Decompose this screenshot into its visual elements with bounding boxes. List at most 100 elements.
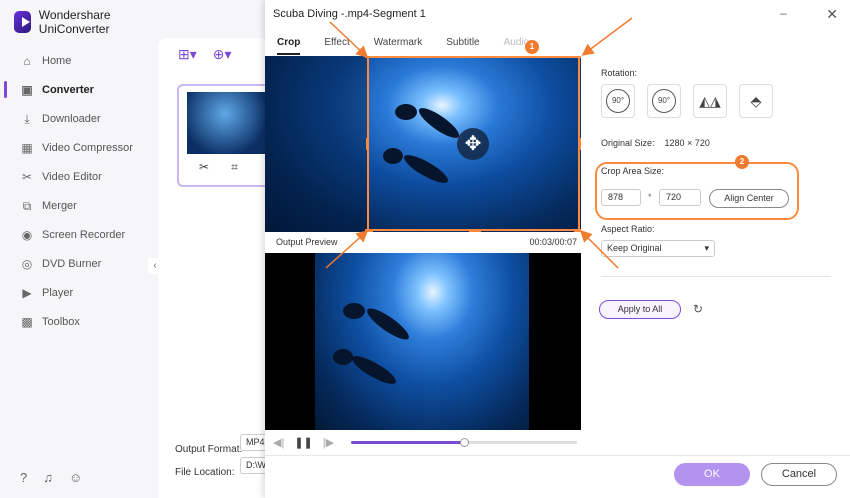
tab-subtitle[interactable]: Subtitle xyxy=(434,34,491,51)
crop-handle[interactable] xyxy=(365,56,373,58)
help-icon[interactable]: ? xyxy=(20,470,27,485)
sidebar-item-dvd-burner[interactable]: ◎ DVD Burner xyxy=(0,249,150,278)
bottom-labels: Output Format: File Location: xyxy=(175,438,242,484)
crop-handle[interactable] xyxy=(574,56,581,58)
video-card[interactable]: ✂ ⌗ xyxy=(177,84,277,187)
diver-silhouette xyxy=(363,303,413,345)
scissors-icon: ✂ xyxy=(21,169,33,184)
playback-controls: ◀| ❚❚ |▶ xyxy=(265,432,581,452)
previous-frame-icon[interactable]: ◀| xyxy=(273,436,284,449)
apply-to-all-button[interactable]: Apply to All xyxy=(599,300,681,319)
play-icon: ▶ xyxy=(22,285,32,300)
flip-horizontal-icon: ◭◮ xyxy=(699,92,721,109)
original-size-label: Original Size: xyxy=(601,138,655,148)
crop-handle[interactable] xyxy=(574,229,581,232)
compress-icon: ▦ xyxy=(21,140,33,155)
aspect-ratio-select[interactable]: Keep Original xyxy=(601,240,715,257)
output-preview-image xyxy=(315,253,529,430)
crop-handle[interactable] xyxy=(469,56,481,58)
divider xyxy=(265,455,850,456)
playback-progress xyxy=(351,441,464,444)
crop-handle[interactable] xyxy=(366,138,369,150)
original-size-value: 1280 × 720 xyxy=(664,138,710,148)
sidebar: Wondershare UniConverter ⌂ Home ▣ Converte… xyxy=(0,0,150,498)
time-display: 00:03/00:07 xyxy=(529,237,577,247)
sidebar-item-label: Toolbox xyxy=(42,315,80,328)
sidebar-item-label: Video Editor xyxy=(42,170,102,183)
uniconverter-logo-icon xyxy=(14,11,31,33)
sidebar-item-merger[interactable]: ⧉ Merger xyxy=(0,191,150,220)
sidebar-footer: ? ♫ ☺ xyxy=(20,470,82,485)
brand: Wondershare UniConverter xyxy=(14,8,150,36)
diver-silhouette xyxy=(348,351,400,389)
playback-slider[interactable] xyxy=(351,438,577,447)
download-icon: ⤓ xyxy=(24,111,30,126)
sidebar-item-home[interactable]: ⌂ Home xyxy=(0,46,150,75)
feedback-icon[interactable]: ☺ xyxy=(69,470,82,485)
crop-handle[interactable] xyxy=(578,138,581,150)
tab-crop[interactable]: Crop xyxy=(265,34,312,55)
tab-watermark[interactable]: Watermark xyxy=(362,34,435,51)
flip-horizontal-button[interactable]: ◭◮ xyxy=(693,84,727,118)
sidebar-item-label: Home xyxy=(42,54,72,67)
home-icon: ⌂ xyxy=(23,53,31,68)
next-frame-icon[interactable]: |▶ xyxy=(323,436,334,449)
ok-button[interactable]: OK xyxy=(674,463,750,486)
flip-vertical-icon: ⬘ xyxy=(750,92,762,109)
crop-area-label: Crop Area Size: xyxy=(601,166,665,176)
record-icon: ◉ xyxy=(21,227,33,242)
crop-dim-area xyxy=(265,56,368,232)
add-file-icon[interactable]: ⊞▾ xyxy=(178,46,197,63)
output-preview-label: Output Preview xyxy=(276,237,338,247)
align-center-button[interactable]: Align Center xyxy=(709,189,789,208)
output-preview xyxy=(265,253,581,430)
app-window: Wondershare UniConverter ⌂ Home ▣ Converte… xyxy=(0,0,850,498)
sidebar-item-video-editor[interactable]: ✂ Video Editor xyxy=(0,162,150,191)
original-size: Original Size: 1280 × 720 xyxy=(601,138,710,148)
sidebar-item-label: Converter xyxy=(42,83,94,96)
video-thumbnail xyxy=(187,92,271,154)
rotate-left-button[interactable]: 90° xyxy=(647,84,681,118)
pause-icon[interactable]: ❚❚ xyxy=(294,436,312,449)
disc-icon: ◎ xyxy=(21,256,33,271)
sidebar-item-converter[interactable]: ▣ Converter xyxy=(0,75,150,104)
crop-handle[interactable] xyxy=(469,229,481,232)
app-name: Wondershare UniConverter xyxy=(38,8,111,36)
crop-preview: ✥ xyxy=(265,56,581,232)
rotate-counterclockwise-icon: 90° xyxy=(652,89,676,113)
flip-vertical-button[interactable]: ⬘ xyxy=(739,84,773,118)
bell-icon[interactable]: ♫ xyxy=(43,470,53,485)
sidebar-item-video-compressor[interactable]: ▦ Video Compressor xyxy=(0,133,150,162)
crop-width-input[interactable]: 878 xyxy=(601,189,641,206)
aspect-ratio-label: Aspect Ratio: xyxy=(601,224,655,234)
diver-silhouette xyxy=(333,349,353,365)
crop-icon[interactable]: ⌗ xyxy=(231,160,238,175)
sidebar-item-toolbox[interactable]: ▩ Toolbox xyxy=(0,307,150,336)
sidebar-item-downloader[interactable]: ⤓ Downloader xyxy=(0,104,150,133)
dialog-tabs: Crop Effect Watermark Subtitle Audio xyxy=(265,34,541,55)
trim-icon[interactable]: ✂ xyxy=(199,160,209,175)
rotation-buttons: 90° 90° ◭◮ ⬘ xyxy=(601,84,773,118)
move-icon[interactable]: ✥ xyxy=(457,128,489,160)
sidebar-item-label: DVD Burner xyxy=(42,257,102,270)
minimize-icon[interactable]: – xyxy=(780,6,787,20)
crop-height-input[interactable]: 720 xyxy=(659,189,701,206)
sidebar-nav: ⌂ Home ▣ Converter ⤓ Downloader ▦ Video Comp… xyxy=(0,46,150,336)
add-dvd-icon[interactable]: ⊕▾ xyxy=(213,46,232,63)
tab-effect[interactable]: Effect xyxy=(312,34,361,51)
merge-icon: ⧉ xyxy=(22,198,32,213)
reset-icon[interactable]: ↻ xyxy=(693,302,703,316)
rotate-right-button[interactable]: 90° xyxy=(601,84,635,118)
sidebar-item-player[interactable]: ▶ Player xyxy=(0,278,150,307)
cancel-button[interactable]: Cancel xyxy=(761,463,837,486)
diver-silhouette xyxy=(343,303,365,319)
close-icon[interactable]: ✕ xyxy=(826,6,838,23)
callout-badge-1: 1 xyxy=(525,40,539,54)
playback-knob[interactable] xyxy=(460,438,469,447)
sidebar-item-label: Screen Recorder xyxy=(42,228,126,241)
sidebar-item-label: Downloader xyxy=(42,112,101,125)
crop-handle[interactable] xyxy=(365,229,373,232)
callout-badge-2: 2 xyxy=(735,155,749,169)
sidebar-item-screen-recorder[interactable]: ◉ Screen Recorder xyxy=(0,220,150,249)
sidebar-item-label: Player xyxy=(42,286,74,299)
